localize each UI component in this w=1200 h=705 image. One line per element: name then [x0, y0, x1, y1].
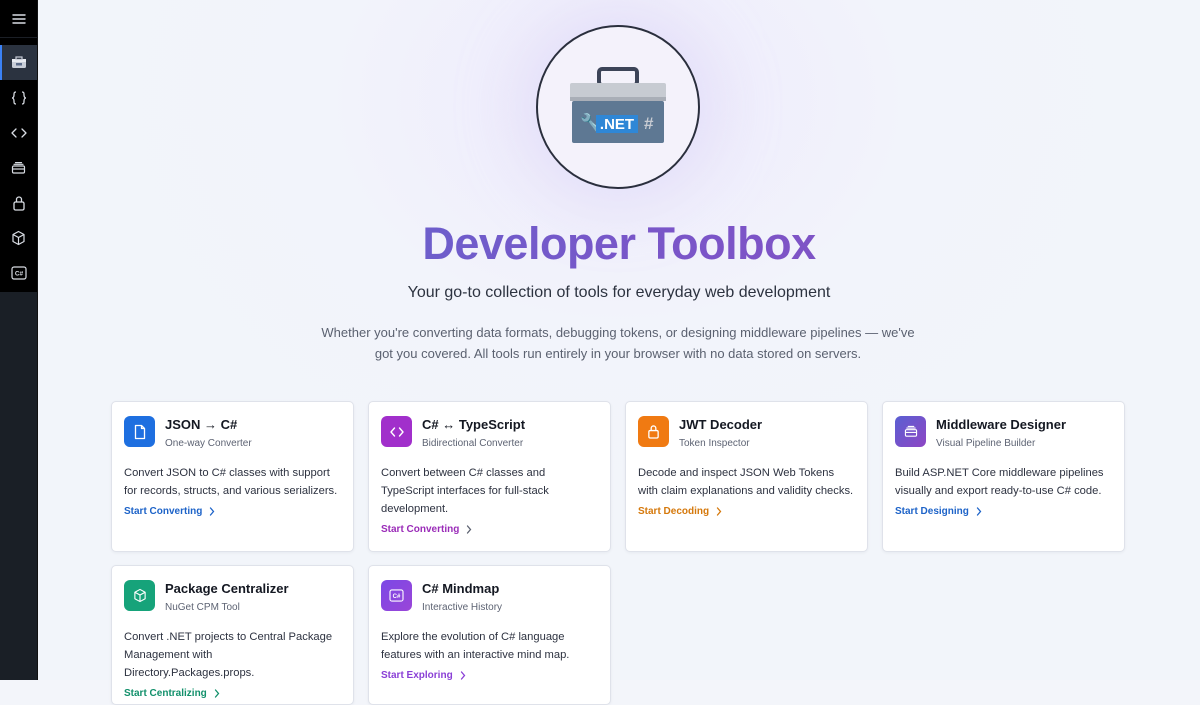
card-description: Explore the evolution of C# language fea…: [381, 631, 570, 661]
chevron-right-icon: [460, 671, 466, 680]
tool-card-middleware[interactable]: Middleware Designer Visual Pipeline Buil…: [882, 401, 1125, 552]
code-icon: [10, 127, 27, 138]
card-icon-bg: [124, 416, 155, 447]
tool-card-jwt[interactable]: JWT Decoder Token Inspector Decode and i…: [625, 401, 868, 552]
card-link-label: Start Converting: [124, 506, 203, 517]
sidebar-item-home[interactable]: [0, 45, 37, 80]
tool-card-typescript[interactable]: C# ↔ TypeScript Bidirectional Converter …: [368, 401, 611, 552]
sidebar: C#: [0, 0, 38, 680]
card-subtitle: Token Inspector: [679, 438, 750, 449]
card-title: C# Mindmap: [422, 581, 500, 596]
card-subtitle: Interactive History: [422, 602, 503, 613]
chevron-right-icon: [716, 507, 722, 516]
card-title: Package Centralizer: [165, 581, 289, 596]
layers-icon: [11, 161, 26, 174]
hero-logo: 🔧 .NET #: [536, 25, 700, 189]
chevron-right-icon: [214, 689, 220, 698]
sidebar-empty-area: [0, 292, 37, 680]
layers-icon: [904, 425, 917, 437]
card-title: JSON → C#: [165, 417, 238, 432]
tool-card-mindmap[interactable]: C# C# Mindmap Interactive History Explor…: [368, 565, 611, 705]
tool-card-json[interactable]: JSON → C# One-way Converter Convert JSON…: [111, 401, 354, 552]
chevron-right-icon: [210, 507, 215, 516]
package-icon: [133, 588, 146, 603]
card-icon-bg: [124, 580, 155, 611]
lock-icon: [12, 195, 25, 211]
card-description: Convert JSON to C# classes with support …: [124, 467, 338, 497]
sidebar-item-package[interactable]: [0, 220, 37, 255]
svg-text:#: #: [644, 114, 654, 133]
card-link-label: Start Designing: [895, 506, 969, 517]
card-link-label: Start Centralizing: [124, 688, 207, 699]
card-subtitle: NuGet CPM Tool: [165, 602, 240, 613]
code-icon: [389, 426, 404, 437]
page-subtitle: Your go-to collection of tools for every…: [407, 284, 831, 301]
main-content: 🔧 .NET # Developer Toolbox Your go-to co…: [38, 0, 1200, 705]
page-description: Whether you're converting data formats, …: [321, 325, 915, 361]
card-icon-bg: [895, 416, 926, 447]
card-icon-bg: C#: [381, 580, 412, 611]
csharp-icon: C#: [10, 265, 27, 280]
card-link-label: Start Exploring: [381, 670, 453, 681]
card-description: Convert .NET projects to Central Package…: [124, 631, 333, 679]
lock-icon: [648, 425, 659, 439]
start-exploring-link[interactable]: Start Exploring: [381, 670, 466, 681]
chevron-right-icon: [976, 507, 982, 516]
card-link-label: Start Converting: [381, 524, 460, 535]
start-converting-link[interactable]: Start Converting: [381, 524, 472, 535]
sidebar-item-mindmap[interactable]: C#: [0, 255, 37, 290]
tool-card-package[interactable]: Package Centralizer NuGet CPM Tool Conve…: [111, 565, 354, 705]
chevron-right-icon: [467, 525, 472, 534]
sidebar-item-typescript[interactable]: [0, 115, 37, 150]
start-centralizing-link[interactable]: Start Centralizing: [124, 688, 220, 699]
card-description: Decode and inspect JSON Web Tokens with …: [638, 467, 854, 497]
card-icon-bg: [381, 416, 412, 447]
sidebar-nav: C#: [0, 45, 37, 290]
hamburger-icon: [11, 13, 26, 24]
logo-badge-text: .NET: [600, 116, 634, 133]
card-subtitle: One-way Converter: [165, 438, 252, 449]
card-title: JWT Decoder: [679, 417, 763, 432]
card-description: Convert between C# classes and TypeScrip…: [381, 467, 549, 515]
file-icon: [134, 424, 145, 439]
start-converting-link[interactable]: Start Converting: [124, 506, 215, 517]
package-icon: [12, 230, 25, 245]
card-icon-bg: [638, 416, 669, 447]
menu-button[interactable]: [0, 0, 37, 38]
csharp-icon-label: C#: [393, 594, 401, 600]
card-title: Middleware Designer: [936, 417, 1067, 432]
start-decoding-link[interactable]: Start Decoding: [638, 506, 722, 517]
csharp-icon-label: C#: [14, 270, 23, 277]
sidebar-item-json[interactable]: [0, 80, 37, 115]
card-subtitle: Bidirectional Converter: [422, 438, 524, 449]
card-description: Build ASP.NET Core middleware pipelines …: [895, 467, 1104, 497]
card-title: C# ↔ TypeScript: [422, 417, 526, 432]
sidebar-item-middleware[interactable]: [0, 150, 37, 185]
card-link-label: Start Decoding: [638, 506, 710, 517]
csharp-icon: C#: [389, 589, 404, 602]
start-designing-link[interactable]: Start Designing: [895, 506, 982, 517]
braces-icon: [11, 90, 26, 105]
card-subtitle: Visual Pipeline Builder: [936, 438, 1036, 449]
toolbox-logo-icon: 🔧 .NET #: [570, 67, 666, 143]
page-title: Developer Toolbox: [38, 218, 1200, 270]
toolbox-icon: [11, 55, 26, 68]
sidebar-item-jwt[interactable]: [0, 185, 37, 220]
